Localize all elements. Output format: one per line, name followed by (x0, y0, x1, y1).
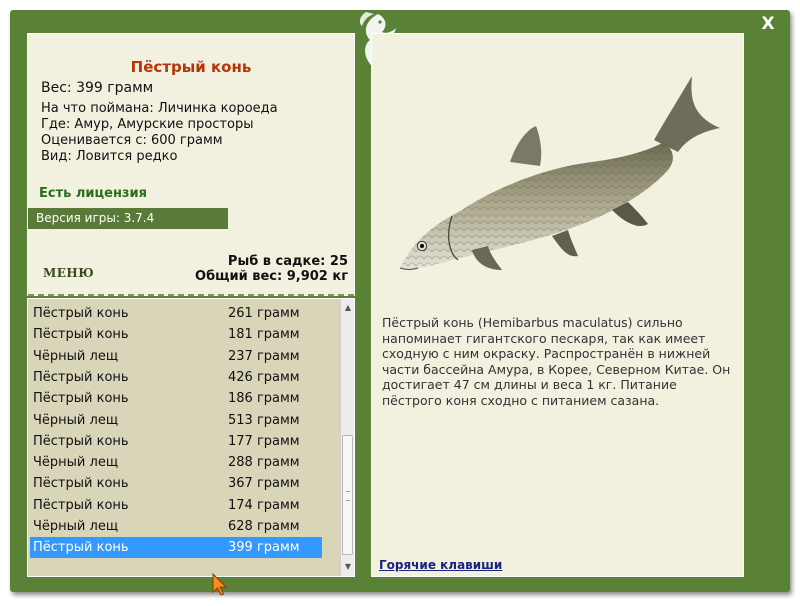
list-item-name: Пёстрый конь (33, 391, 129, 407)
license-status: Есть лицензия (39, 186, 147, 201)
list-item-name: Пёстрый конь (33, 497, 129, 513)
list-item-weight: 628 грамм (228, 519, 300, 534)
list-item[interactable]: Чёрный лещ 513 грамм (30, 410, 322, 431)
list-item-weight: 288 грамм (228, 455, 300, 471)
list-item-weight: 367 грамм (228, 476, 300, 492)
list-item-weight: 513 грамм (228, 412, 300, 428)
list-item-name: Чёрный лещ (33, 412, 119, 428)
divider (28, 294, 354, 296)
list-scrollbar[interactable]: ▲ ▼ (340, 299, 354, 576)
scroll-down-icon[interactable]: ▼ (341, 560, 354, 574)
list-item-weight: 177 грамм (228, 433, 300, 449)
list-item-weight: 237 грамм (228, 348, 300, 364)
fish-weight: Вес: 399 грамм (41, 80, 154, 96)
list-item[interactable]: Пёстрый конь 174 грамм (30, 495, 322, 516)
fish-kind: Вид: Ловится редко (41, 149, 178, 164)
list-item-name: Пёстрый конь (33, 476, 129, 492)
list-item[interactable]: Пёстрый конь 426 грамм (30, 367, 322, 388)
fish-name-title: Пёстрый конь (130, 58, 252, 76)
scroll-thumb[interactable] (342, 435, 353, 555)
fish-valued-from: Оценивается с: 600 грамм (41, 133, 223, 148)
fish-count: Рыб в садке: 25 (227, 254, 348, 269)
list-item[interactable]: Пёстрый конь 177 грамм (30, 431, 322, 452)
list-item-weight: 399 грамм (228, 540, 300, 556)
fish-illustration (399, 76, 720, 270)
list-item-weight: 261 грамм (228, 306, 300, 321)
list-item-name: Пёстрый конь (33, 369, 129, 385)
list-item-name: Пёстрый конь (33, 540, 129, 556)
fish-location: Где: Амур, Амурские просторы (41, 117, 254, 132)
hotkeys-link[interactable]: Горячие клавиши (379, 558, 502, 572)
fish-description: Пёстрый конь (Hemibarbus maculatus) силь… (382, 315, 731, 408)
list-item-weight: 186 грамм (228, 391, 300, 407)
list-item-weight: 174 грамм (228, 497, 300, 513)
list-item[interactable]: Пёстрый конь 181 грамм (30, 324, 322, 345)
fish-caught-on: На что поймана: Личинка короеда (41, 101, 278, 116)
list-item[interactable]: Чёрный лещ 288 грамм (30, 452, 322, 473)
list-item-weight: 181 грамм (228, 327, 300, 343)
scroll-up-icon[interactable]: ▲ (341, 301, 354, 315)
list-item[interactable]: Чёрный лещ 628 грамм (30, 516, 322, 537)
list-item[interactable]: Пёстрый конь 399 грамм (30, 537, 322, 559)
fish-details-panel: Пёстрый конь (Hemibarbus maculatus) силь… (371, 33, 744, 577)
list-item-name: Пёстрый конь (33, 433, 129, 449)
list-item-weight: 426 грамм (228, 369, 300, 385)
game-version-bar: Версия игры: 3.7.4 (28, 208, 228, 229)
list-item-name: Пёстрый конь (33, 327, 129, 343)
fish-info-panel: Пёстрый конь Вес: 399 грамм На что пойма… (27, 33, 355, 296)
list-item-name: Пёстрый конь (33, 306, 129, 321)
list-item-name: Чёрный лещ (33, 455, 119, 471)
list-item[interactable]: Пёстрый конь 261 грамм (30, 303, 322, 324)
catch-list[interactable]: Пёстрый конь 261 грамм Пёстрый конь 181 гра… (27, 298, 355, 577)
mouse-cursor-icon (212, 573, 228, 596)
list-item[interactable]: Пёстрый конь 367 грамм (30, 473, 322, 494)
list-item[interactable]: Пёстрый конь 186 грамм (30, 388, 322, 409)
list-item-name: Чёрный лещ (33, 519, 119, 534)
list-item[interactable]: Чёрный лещ 237 грамм (30, 346, 322, 367)
close-icon[interactable]: X (760, 16, 776, 33)
menu-button[interactable]: МЕНЮ (43, 266, 94, 280)
total-weight: Общий вес: 9,902 кг (195, 269, 348, 284)
list-item-name: Чёрный лещ (33, 348, 119, 364)
